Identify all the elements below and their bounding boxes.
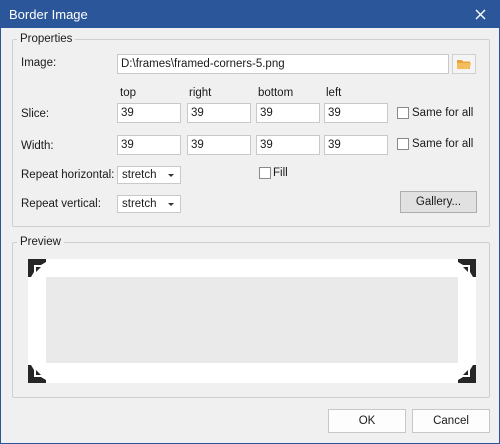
image-path-input[interactable]: D:\frames\framed-corners-5.png [117,54,449,74]
chevron-down-icon [168,174,174,177]
properties-group-label: Properties [20,33,73,45]
repeat-horizontal-select[interactable]: stretch [117,166,181,184]
width-right-input[interactable]: 39 [187,135,251,155]
window-title: Border Image [9,7,88,22]
chevron-down-icon [168,203,174,206]
col-header-right: right [189,87,212,99]
repeat-vertical-value: stretch [122,198,157,210]
title-bar: Border Image [1,1,499,28]
slice-left-input[interactable]: 39 [324,103,388,123]
folder-icon [457,60,471,69]
width-label: Width: [21,140,54,152]
border-preview [28,259,476,383]
fill-label: Fill [273,167,288,179]
width-same-for-all-label: Same for all [412,138,474,150]
border-preview-content [46,277,458,363]
col-header-top: top [120,87,136,99]
gallery-button[interactable]: Gallery... [400,191,477,213]
frame-corner-icon-top-left [28,259,46,277]
image-label: Image: [21,57,57,69]
slice-bottom-input[interactable]: 39 [256,103,320,123]
repeat-horizontal-value: stretch [122,169,157,181]
repeat-vertical-select[interactable]: stretch [117,195,181,213]
frame-corner-icon-bottom-right [458,365,476,383]
col-header-bottom: bottom [258,87,294,99]
repeat-vertical-label: Repeat vertical: [21,198,101,210]
close-button[interactable] [461,1,499,28]
width-bottom-input[interactable]: 39 [256,135,320,155]
browse-button[interactable] [452,54,476,74]
slice-label: Slice: [21,108,50,120]
width-left-input[interactable]: 39 [324,135,388,155]
close-icon [475,9,485,20]
slice-right-input[interactable]: 39 [187,103,251,123]
preview-group-label: Preview [20,236,61,248]
fill-checkbox[interactable] [259,167,271,179]
border-image-dialog: Border Image Properties Image: D:\frames… [0,0,500,444]
frame-corner-icon-top-right [458,259,476,277]
col-header-left: left [326,87,342,99]
cancel-button[interactable]: Cancel [412,409,490,433]
slice-same-for-all-label: Same for all [412,107,474,119]
repeat-horizontal-label: Repeat horizontal: [21,169,115,181]
slice-top-input[interactable]: 39 [117,103,181,123]
ok-button[interactable]: OK [328,409,406,433]
width-same-for-all-checkbox[interactable] [397,138,409,150]
width-top-input[interactable]: 39 [117,135,181,155]
frame-corner-icon-bottom-left [28,365,46,383]
slice-same-for-all-checkbox[interactable] [397,107,409,119]
